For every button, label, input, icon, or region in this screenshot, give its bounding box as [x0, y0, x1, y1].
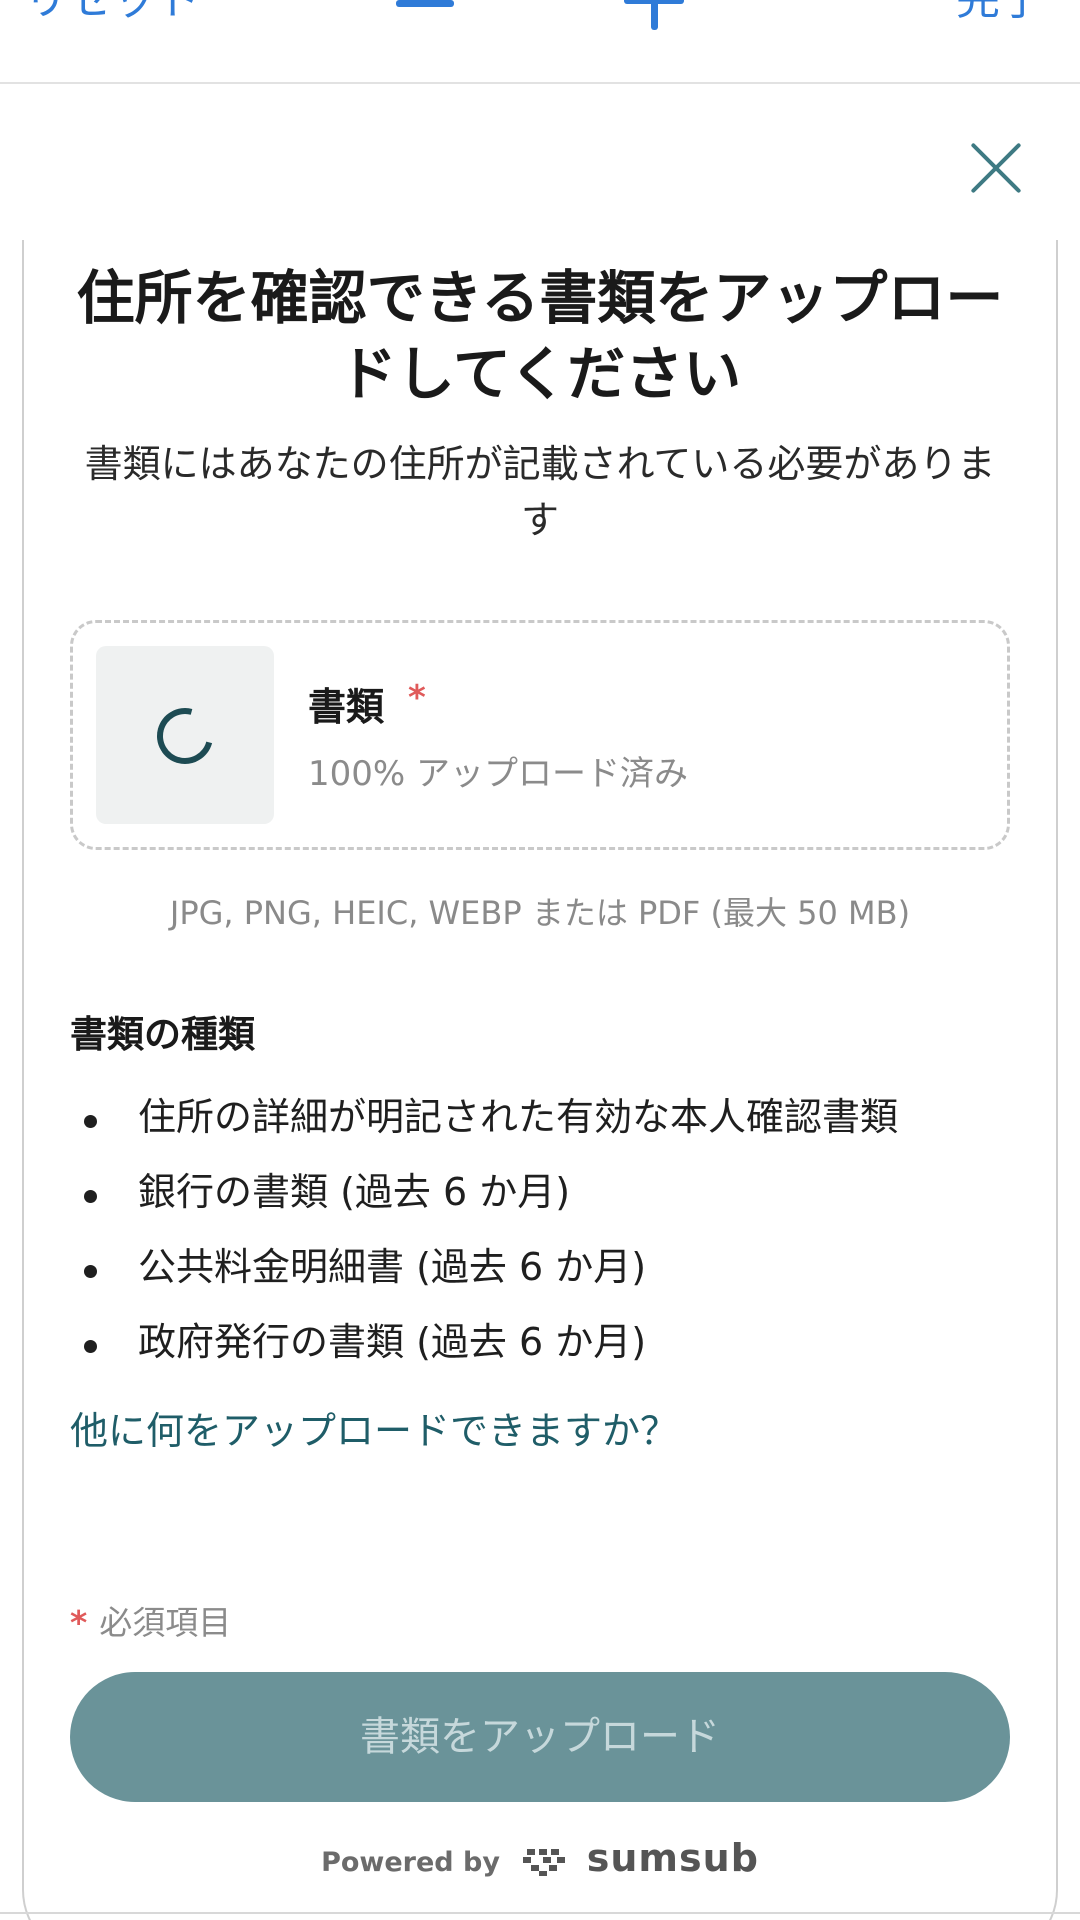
page-subtitle: 書類にはあなたの住所が記載されている必要があります — [84, 442, 996, 542]
what-else-can-i-upload-link[interactable]: 他に何をアップロードできますか？ — [70, 1400, 678, 1455]
done-button[interactable]: 完了 — [956, 0, 1044, 22]
list-item: 公共料金明細書 (過去 6 か月) — [70, 1230, 1030, 1305]
bullet-icon — [84, 1340, 97, 1353]
document-types-list: 住所の詳細が明記された有効な本人確認書類 銀行の書類 (過去 6 か月) 公共料… — [70, 1080, 1030, 1380]
list-item-text: 銀行の書類 (過去 6 か月) — [138, 1170, 571, 1214]
list-item-text: 政府発行の書類 (過去 6 か月) — [138, 1320, 647, 1364]
required-asterisk: * — [408, 678, 426, 718]
sumsub-brand: sumsub — [586, 1836, 759, 1880]
bottom-divider — [0, 1912, 1080, 1914]
list-item: 政府発行の書類 (過去 6 か月) — [70, 1305, 1030, 1380]
list-item-text: 公共料金明細書 (過去 6 か月) — [138, 1245, 647, 1289]
powered-by-text: Powered by — [321, 1847, 500, 1878]
required-asterisk: * — [70, 1603, 88, 1642]
bullet-icon — [84, 1115, 97, 1128]
accepted-formats: JPG, PNG, HEIC, WEBP または PDF (最大 50 MB) — [169, 894, 911, 932]
bullet-icon — [84, 1190, 97, 1203]
page: リセット 完了 住所を確認できる書類をアップロードしてください 書類にはあなたの… — [0, 0, 1080, 1920]
document-types-heading: 書類の種類 — [70, 1013, 255, 1056]
powered-by-footer: Powered by sumsub — [0, 1836, 1080, 1880]
top-toolbar: リセット 完了 — [0, 0, 1080, 84]
upload-document-button[interactable]: 書類をアップロード — [70, 1672, 1010, 1802]
close-icon[interactable] — [968, 140, 1024, 196]
list-item-text: 住所の詳細が明記された有効な本人確認書類 — [138, 1095, 899, 1139]
sumsub-logo-icon — [523, 1849, 566, 1876]
page-title: 住所を確認できる書類をアップロードしてください — [76, 264, 1004, 408]
upload-status: 100% アップロード済み — [308, 754, 689, 794]
reset-button[interactable]: リセット — [24, 0, 200, 22]
list-item: 銀行の書類 (過去 6 か月) — [70, 1155, 1030, 1230]
required-note-text: 必須項目 — [99, 1603, 232, 1642]
list-item: 住所の詳細が明記された有効な本人確認書類 — [70, 1080, 1030, 1155]
required-fields-note: * 必須項目 — [70, 1596, 231, 1644]
document-label: 書類 — [308, 685, 385, 729]
zoom-in-icon[interactable] — [624, 0, 684, 30]
bullet-icon — [84, 1265, 97, 1278]
zoom-out-icon[interactable] — [396, 0, 454, 7]
